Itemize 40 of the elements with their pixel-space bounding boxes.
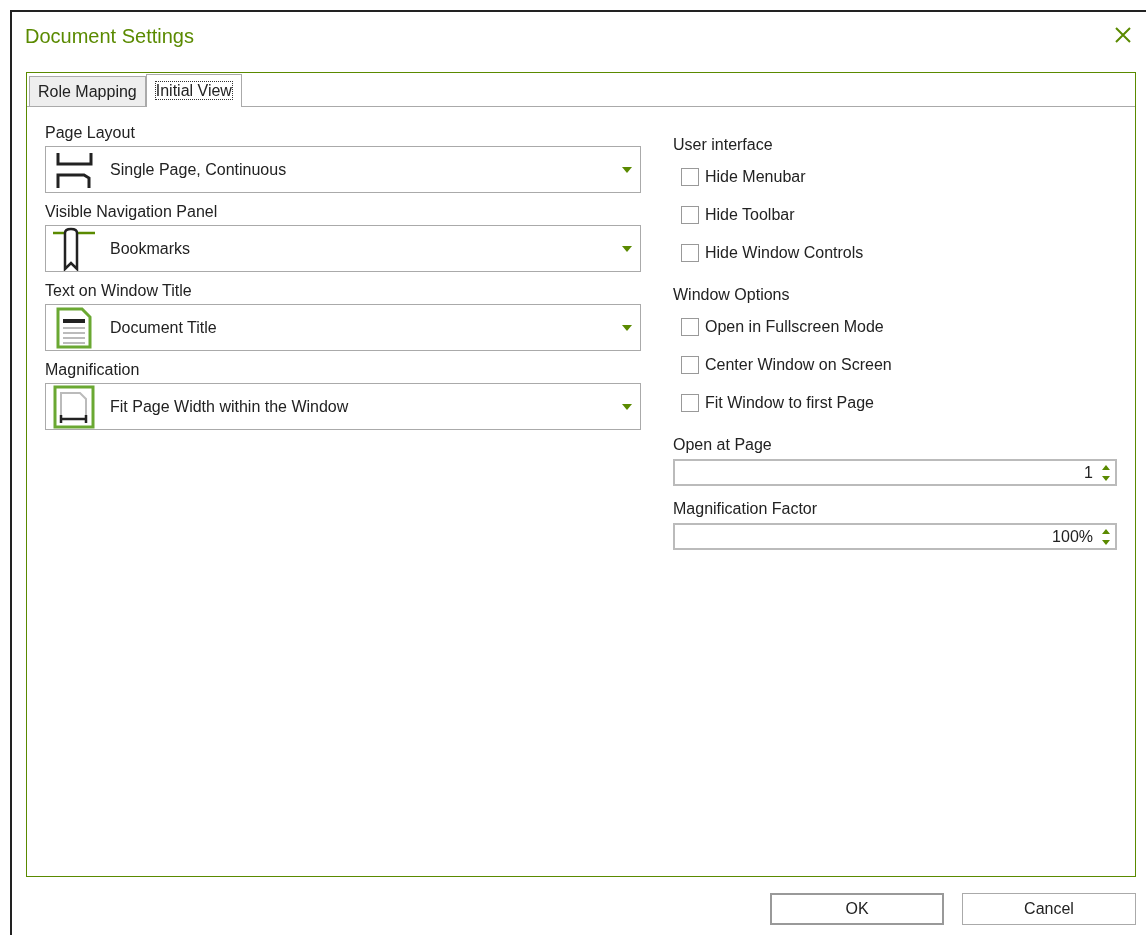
- spin-arrows-icon: [1101, 463, 1111, 482]
- tab[interactable]: Role Mapping: [29, 76, 146, 106]
- bookmark-icon: [53, 226, 95, 271]
- document-icon: [56, 306, 92, 349]
- dropdown[interactable]: Single Page, Continuous: [45, 146, 641, 193]
- number-field[interactable]: 1: [673, 459, 1117, 486]
- window-title: Document Settings: [25, 24, 194, 48]
- checkbox[interactable]: [681, 356, 699, 374]
- checkbox-label: Fit Window to first Page: [705, 394, 874, 412]
- caret-icon: [622, 403, 632, 410]
- checkbox[interactable]: [681, 394, 699, 412]
- checkbox[interactable]: [681, 168, 699, 186]
- checkbox-label: Hide Toolbar: [705, 206, 795, 224]
- spin-arrows-icon: [1101, 527, 1111, 546]
- checkbox[interactable]: [681, 318, 699, 336]
- field-label: Page Layout: [45, 124, 135, 142]
- group-title: User interface: [673, 136, 773, 154]
- caret-icon: [622, 324, 632, 331]
- checkbox-label: Center Window on Screen: [705, 356, 892, 374]
- field-label: Magnification Factor: [673, 500, 818, 518]
- field-label: Open at Page: [673, 436, 772, 454]
- checkbox[interactable]: [681, 244, 699, 262]
- fit-width-icon: [53, 384, 95, 429]
- dropdown[interactable]: Fit Page Width within the Window: [45, 383, 641, 430]
- field-label: Magnification: [45, 361, 140, 379]
- checkbox[interactable]: [681, 206, 699, 224]
- dropdown[interactable]: Document Title: [45, 304, 641, 351]
- checkbox-label: Open in Fullscreen Mode: [705, 318, 884, 336]
- dialog-button[interactable]: Cancel: [962, 893, 1136, 925]
- dialog-button[interactable]: OK: [770, 893, 944, 925]
- checkbox-label: Hide Menubar: [705, 168, 806, 186]
- group-title: Window Options: [673, 286, 790, 304]
- caret-icon: [622, 245, 632, 252]
- checkbox-label: Hide Window Controls: [705, 244, 864, 262]
- number-field[interactable]: 100%: [673, 523, 1117, 550]
- field-label: Text on Window Title: [45, 282, 192, 300]
- dropdown[interactable]: Bookmarks: [45, 225, 641, 272]
- tab[interactable]: Initial View: [145, 74, 242, 107]
- field-label: Visible Navigation Panel: [45, 203, 218, 221]
- caret-icon: [622, 166, 632, 173]
